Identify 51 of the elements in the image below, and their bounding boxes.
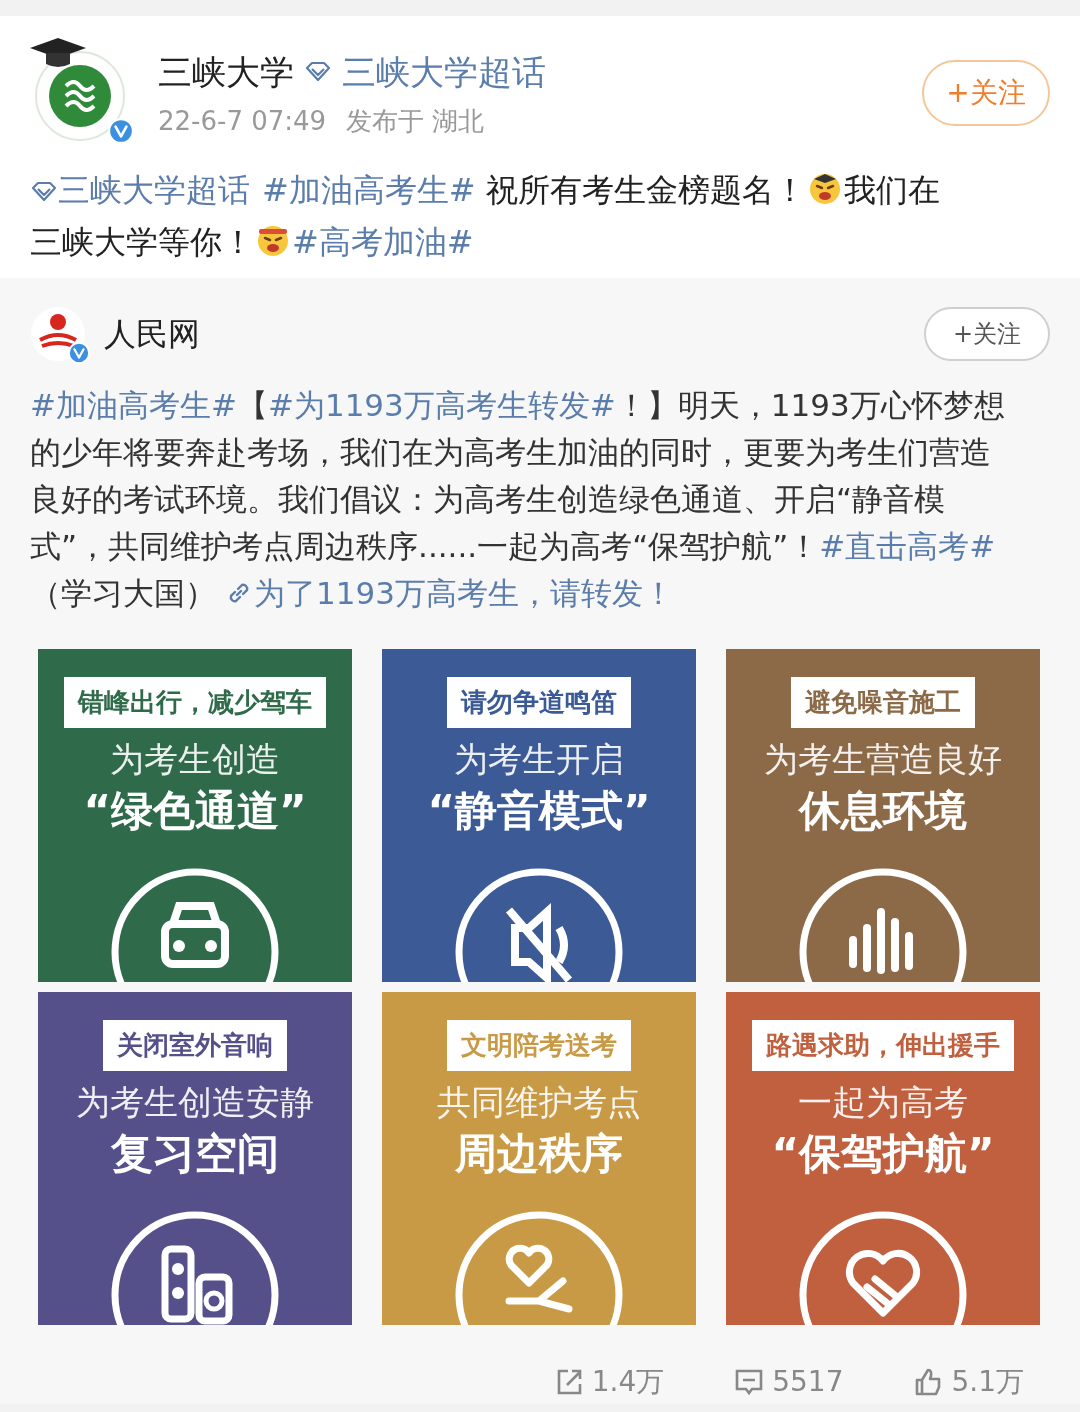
poster-tile[interactable]: 错峰出行，减少驾车 为考生创造 “绿色通道” [38, 649, 352, 982]
poster-tile[interactable]: 避免噪音施工 为考生营造良好 休息环境 [726, 649, 1040, 982]
verified-badge-icon [68, 342, 90, 364]
diamond-icon [30, 181, 58, 203]
topic-link[interactable]: #加油高考生# [262, 171, 476, 209]
comment-icon [734, 1367, 765, 1397]
topic-link[interactable]: #为1193万高考生转发# [267, 387, 616, 423]
poster-tile[interactable]: 文明陪考送考 共同维护考点 周边秩序 [382, 992, 696, 1325]
emoji-icon [256, 223, 290, 257]
like-button[interactable]: 5.1万 [913, 1361, 1024, 1403]
poster-tile[interactable]: 请勿争道鸣笛 为考生开启 “静音模式” [382, 649, 696, 982]
post-time: 22-6-7 07:49 [158, 105, 327, 138]
poster-tag: 文明陪考送考 [447, 1020, 631, 1071]
post-location: 发布于 湖北 [346, 105, 485, 138]
follow-button[interactable]: +关注 [924, 307, 1050, 361]
post-text: 三峡大学超话 #加油高考生# 祝所有考生金榜题名！ 我们在三峡大学等你！ #高考加油# [30, 170, 941, 263]
poster-tag: 关闭室外音响 [103, 1020, 287, 1071]
poster-subtitle: 共同维护考点 [437, 1081, 641, 1123]
comment-button[interactable]: 5517 [734, 1361, 844, 1403]
poster-tile[interactable]: 路遇求助，伸出援手 一起为高考 “保驾护航” [726, 992, 1040, 1325]
topic-link[interactable]: #高考加油# [292, 223, 474, 261]
follow-button[interactable]: +关注 [922, 60, 1050, 126]
poster-tile[interactable]: 关闭室外音响 为考生创造安静 复习空间 [38, 992, 352, 1325]
author-name[interactable]: 三峡大学 [158, 52, 294, 92]
poster-title: 休息环境 [799, 786, 967, 836]
poster-tag: 避免噪音施工 [791, 677, 975, 728]
poster-title: 周边秩序 [455, 1129, 623, 1179]
poster-subtitle: 为考生创造安静 [76, 1081, 314, 1123]
web-link[interactable]: 为了1193万高考生，请转发！ [254, 575, 674, 611]
post-text: #加油高考生#【#为1193万高考生转发#！】明天，1193万心怀梦想的少年将要奔赴考场，我们在为高考生加油的同时，更要为考生们营造良好的考试环境。我们倡议：为高考生创造绿色通道、开启“静音模式”，共同维护考点周边秩序......一起为高考“保驾护航”！#直击高考# （学习大国） 为了1193万高考生，请转发！ [30, 386, 1006, 613]
supertopic-link[interactable]: 三峡大学超话 [342, 52, 546, 92]
poster-subtitle: 一起为高考 [798, 1081, 968, 1123]
poster-title: 复习空间 [111, 1129, 279, 1179]
poster-title: “静音模式” [427, 786, 651, 836]
poster-title: “绿色通道” [83, 786, 307, 836]
topic-link[interactable]: #直击高考# [819, 528, 996, 564]
supertopic-link[interactable]: 三峡大学超话 [58, 171, 250, 209]
news-logo [30, 306, 86, 362]
poster-tag: 请勿争道鸣笛 [447, 677, 631, 728]
verified-badge-icon [108, 118, 134, 144]
poster-subtitle: 为考生开启 [454, 738, 624, 780]
poster-tag: 错峰出行，减少驾车 [64, 677, 326, 728]
diamond-icon [304, 61, 332, 83]
topic-link[interactable]: #加油高考生# [30, 387, 237, 423]
emoji-icon [807, 171, 842, 205]
poster-title: “保驾护航” [771, 1129, 995, 1179]
poster-subtitle: 为考生创造 [110, 738, 280, 780]
poster-subtitle: 为考生营造良好 [764, 738, 1002, 780]
repost-button[interactable]: 1.4万 [553, 1361, 665, 1403]
poster-tag: 路遇求助，伸出援手 [752, 1020, 1014, 1071]
author-name[interactable]: 人民网 [104, 310, 924, 358]
